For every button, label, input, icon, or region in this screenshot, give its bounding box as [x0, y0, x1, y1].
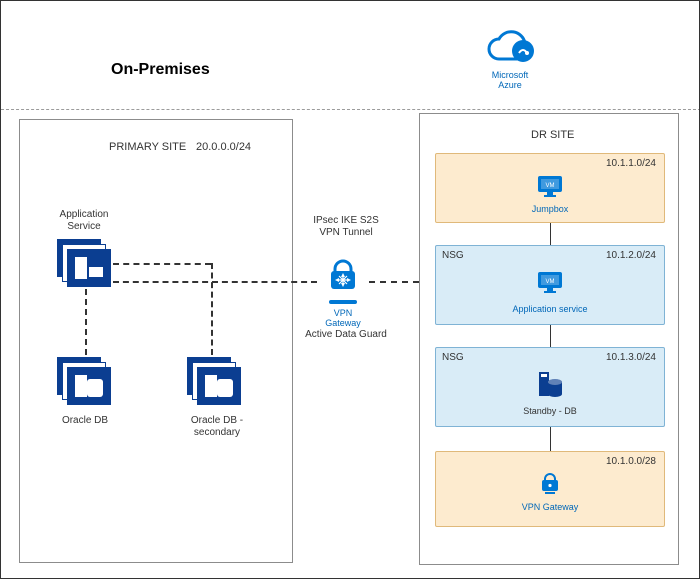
standby-db-icon	[535, 368, 565, 403]
azure-cloud-icon	[479, 29, 539, 69]
subnet-vpn-label: VPN Gateway	[436, 502, 664, 512]
active-data-guard-label: Active Data Guard	[301, 329, 391, 340]
primary-site-title: PRIMARY SITE	[109, 141, 186, 153]
subnet-app-cidr: 10.1.2.0/24	[606, 250, 656, 261]
vpn-gateway-label: VPN Gateway	[317, 308, 369, 328]
connector-onprem-to-vpn	[113, 281, 317, 283]
azure-cloud-label: Microsoft Azure	[490, 71, 530, 91]
connector-app-to-secondary-h	[113, 263, 211, 265]
vpn-gateway-mini-icon	[537, 470, 563, 499]
subnet-jumpbox: 10.1.1.0/24 VM Jumpbox	[435, 153, 665, 223]
subnet-app-service: NSG 10.1.2.0/24 VM Application service	[435, 245, 665, 325]
onprem-heading: On-Premises	[111, 61, 210, 79]
primary-site-cidr: 20.0.0.0/24	[196, 141, 251, 153]
app-service-vm-icon: VM	[535, 268, 565, 301]
oracle-db-secondary-label: Oracle DB - secondary	[181, 415, 253, 439]
oracle-db-primary-label: Oracle DB	[55, 415, 115, 427]
subnet-standby-label: Standby - DB	[436, 406, 664, 416]
diagram-canvas: On-Premises Microsoft Azure PRIMARY SITE…	[0, 0, 700, 579]
application-service-label: Application Service	[49, 209, 119, 233]
svg-text:VM: VM	[546, 183, 555, 189]
subnet-vpn-gateway: 10.1.0.0/28 VPN Gateway	[435, 451, 665, 527]
subnet-vpn-cidr: 10.1.0.0/28	[606, 456, 656, 467]
header-separator	[1, 109, 700, 110]
oracle-db-secondary-icon	[187, 357, 241, 405]
application-service-icon	[57, 239, 111, 287]
connector-vpn-to-dr	[369, 281, 419, 283]
vpn-gateway-icon	[323, 255, 363, 295]
vpn-gateway-center: VPN Gateway	[317, 255, 369, 328]
ipsec-tunnel-label: IPsec IKE S2S VPN Tunnel	[311, 215, 381, 239]
subnet-standby-nsg: NSG	[442, 352, 464, 363]
primary-site-box	[19, 119, 293, 563]
subnet-jumpbox-label: Jumpbox	[436, 204, 664, 214]
subnet-standby-cidr: 10.1.3.0/24	[606, 352, 656, 363]
connector-app-to-standby	[550, 325, 551, 347]
connector-jumpbox-to-app	[550, 223, 551, 245]
svg-text:VM: VM	[546, 279, 555, 285]
oracle-db-primary-icon	[57, 357, 111, 405]
jumpbox-vm-icon: VM	[535, 172, 565, 205]
subnet-app-label: Application service	[436, 304, 664, 314]
connector-standby-to-vpn	[550, 427, 551, 451]
subnet-jumpbox-cidr: 10.1.1.0/24	[606, 158, 656, 169]
connector-app-to-secondary-v	[211, 263, 213, 355]
subnet-app-nsg: NSG	[442, 250, 464, 261]
connector-app-to-db	[85, 289, 87, 355]
dr-site-title: DR SITE	[531, 129, 574, 141]
subnet-standby-db: NSG 10.1.3.0/24 Standby - DB	[435, 347, 665, 427]
